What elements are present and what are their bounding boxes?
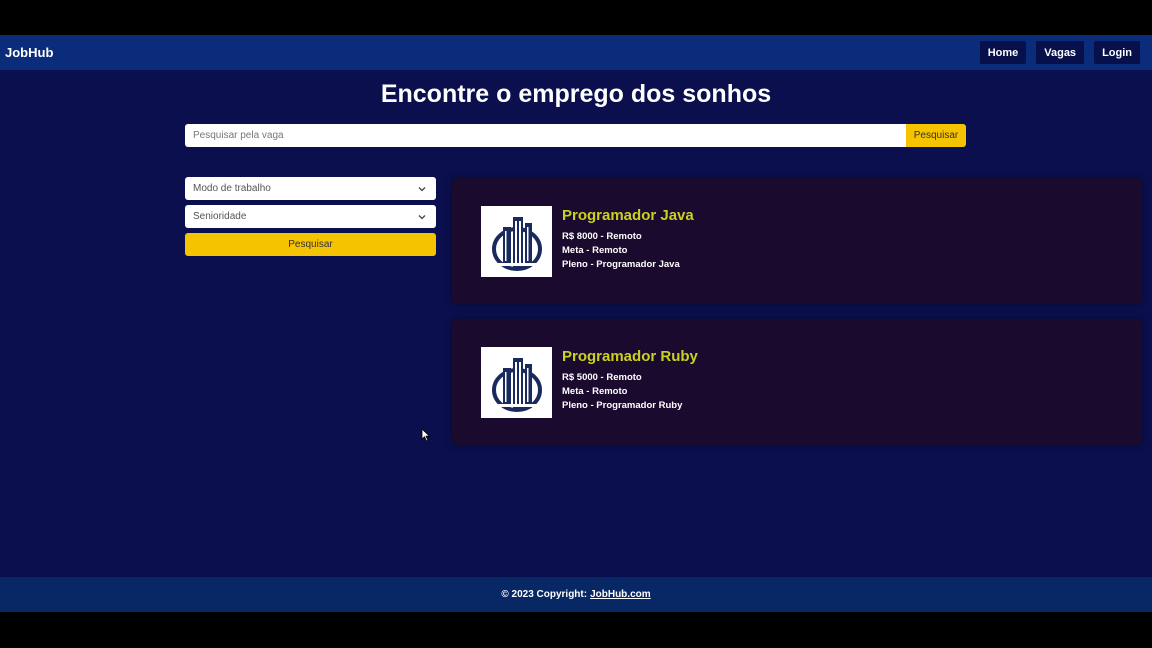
chevron-down-icon bbox=[418, 214, 426, 219]
job-company: Meta - Remoto bbox=[562, 386, 628, 397]
page-title: Encontre o emprego dos sonhos bbox=[380, 80, 772, 108]
footer-link[interactable]: JobHub.com bbox=[590, 589, 651, 600]
job-title[interactable]: Programador Java bbox=[562, 207, 694, 224]
chevron-down-icon bbox=[418, 186, 426, 191]
search-input[interactable] bbox=[185, 124, 906, 147]
nav-links: Home Vagas Login bbox=[979, 41, 1140, 64]
company-logo bbox=[481, 347, 552, 418]
nav-vagas-button[interactable]: Vagas bbox=[1036, 41, 1085, 64]
search-bar: Pesquisar bbox=[185, 124, 966, 147]
filter-search-button[interactable]: Pesquisar bbox=[185, 233, 436, 256]
job-title[interactable]: Programador Ruby bbox=[562, 348, 698, 365]
job-info: Programador Ruby R$ 5000 - Remoto Meta -… bbox=[562, 348, 698, 413]
letterbox-bottom bbox=[0, 612, 1152, 648]
job-level: Pleno - Programador Java bbox=[562, 259, 680, 270]
job-card[interactable]: Programador Ruby R$ 5000 - Remoto Meta -… bbox=[452, 319, 1142, 445]
filters-panel: Modo de trabalho Senioridade Pesquisar bbox=[185, 177, 436, 256]
building-logo-icon bbox=[491, 216, 542, 271]
search-button[interactable]: Pesquisar bbox=[906, 124, 966, 147]
mouse-cursor-icon bbox=[421, 428, 431, 442]
main-content: Encontre o emprego dos sonhos Pesquisar … bbox=[0, 70, 1152, 577]
footer-copyright: © 2023 Copyright: bbox=[501, 589, 588, 600]
job-card[interactable]: Programador Java R$ 8000 - Remoto Meta -… bbox=[452, 178, 1142, 304]
letterbox-top bbox=[0, 0, 1152, 35]
seniority-label: Senioridade bbox=[193, 211, 247, 222]
work-mode-label: Modo de trabalho bbox=[193, 183, 271, 194]
brand-logo[interactable]: JobHub bbox=[5, 45, 53, 60]
seniority-select[interactable]: Senioridade bbox=[185, 205, 436, 228]
job-info: Programador Java R$ 8000 - Remoto Meta -… bbox=[562, 207, 694, 272]
job-salary: R$ 5000 - Remoto bbox=[562, 372, 642, 383]
navbar: JobHub Home Vagas Login bbox=[0, 35, 1152, 70]
nav-home-button[interactable]: Home bbox=[979, 41, 1027, 64]
job-level: Pleno - Programador Ruby bbox=[562, 400, 683, 411]
building-logo-icon bbox=[491, 357, 542, 412]
company-logo bbox=[481, 206, 552, 277]
job-salary: R$ 8000 - Remoto bbox=[562, 231, 642, 242]
work-mode-select[interactable]: Modo de trabalho bbox=[185, 177, 436, 200]
footer: © 2023 Copyright: JobHub.com bbox=[0, 577, 1152, 612]
job-company: Meta - Remoto bbox=[562, 245, 628, 256]
nav-login-button[interactable]: Login bbox=[1094, 41, 1140, 64]
